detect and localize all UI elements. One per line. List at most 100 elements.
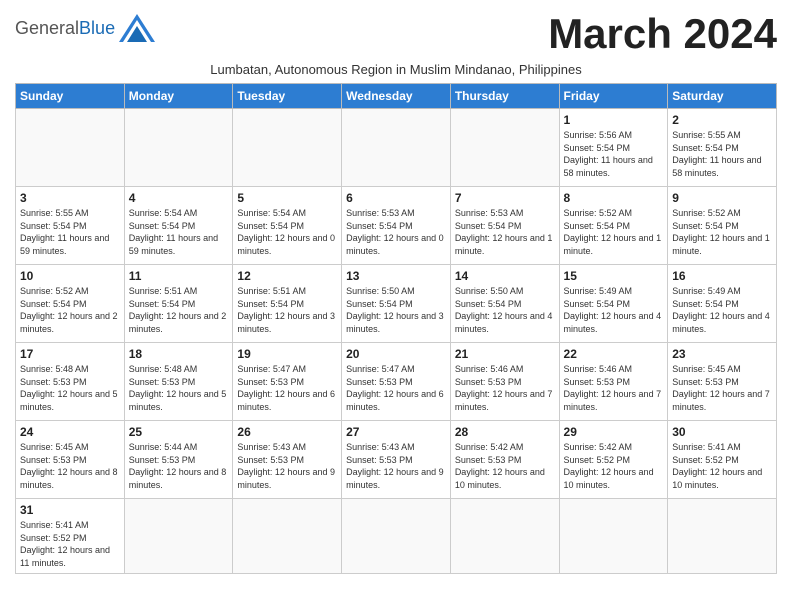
month-title: March 2024	[548, 10, 777, 58]
calendar-cell	[450, 499, 559, 574]
col-header-monday: Monday	[124, 84, 233, 109]
calendar-cell	[668, 499, 777, 574]
col-header-saturday: Saturday	[668, 84, 777, 109]
day-info: Sunrise: 5:52 AM Sunset: 5:54 PM Dayligh…	[672, 207, 772, 257]
calendar-cell: 30 Sunrise: 5:41 AM Sunset: 5:52 PM Dayli…	[668, 421, 777, 499]
calendar-cell: 27 Sunrise: 5:43 AM Sunset: 5:53 PM Dayli…	[342, 421, 451, 499]
day-number: 24	[20, 425, 120, 439]
calendar-cell	[16, 109, 125, 187]
calendar-header: SundayMondayTuesdayWednesdayThursdayFrid…	[16, 84, 777, 109]
day-info: Sunrise: 5:42 AM Sunset: 5:53 PM Dayligh…	[455, 441, 555, 491]
calendar-cell	[124, 499, 233, 574]
subtitle: Lumbatan, Autonomous Region in Muslim Mi…	[15, 62, 777, 77]
col-header-friday: Friday	[559, 84, 668, 109]
header: GeneralBlue March 2024	[15, 10, 777, 58]
day-number: 10	[20, 269, 120, 283]
calendar-cell: 13 Sunrise: 5:50 AM Sunset: 5:54 PM Dayli…	[342, 265, 451, 343]
day-number: 5	[237, 191, 337, 205]
logo-text: GeneralBlue	[15, 19, 115, 37]
day-number: 4	[129, 191, 229, 205]
calendar-cell: 25 Sunrise: 5:44 AM Sunset: 5:53 PM Dayli…	[124, 421, 233, 499]
calendar-cell: 3 Sunrise: 5:55 AM Sunset: 5:54 PM Daylig…	[16, 187, 125, 265]
calendar-cell: 26Sunrise: 5:43 AM Sunset: 5:53 PM Dayli…	[233, 421, 342, 499]
calendar-cell: 24 Sunrise: 5:45 AM Sunset: 5:53 PM Dayli…	[16, 421, 125, 499]
day-info: Sunrise: 5:54 AM Sunset: 5:54 PM Dayligh…	[237, 207, 337, 257]
day-info: Sunrise: 5:41 AM Sunset: 5:52 PM Dayligh…	[20, 519, 120, 569]
day-number: 30	[672, 425, 772, 439]
day-number: 7	[455, 191, 555, 205]
calendar-cell: 5 Sunrise: 5:54 AM Sunset: 5:54 PM Daylig…	[233, 187, 342, 265]
day-info: Sunrise: 5:47 AM Sunset: 5:53 PM Dayligh…	[237, 363, 337, 413]
day-info: Sunrise: 5:47 AM Sunset: 5:53 PM Dayligh…	[346, 363, 446, 413]
day-info: Sunrise: 5:45 AM Sunset: 5:53 PM Dayligh…	[20, 441, 120, 491]
logo-blue: Blue	[79, 18, 115, 38]
day-number: 17	[20, 347, 120, 361]
day-info: Sunrise: 5:53 AM Sunset: 5:54 PM Dayligh…	[455, 207, 555, 257]
day-number: 29	[564, 425, 664, 439]
calendar-cell: 19 Sunrise: 5:47 AM Sunset: 5:53 PM Dayli…	[233, 343, 342, 421]
calendar-cell: 31 Sunrise: 5:41 AM Sunset: 5:52 PM Dayli…	[16, 499, 125, 574]
calendar-cell: 12Sunrise: 5:51 AM Sunset: 5:54 PM Dayli…	[233, 265, 342, 343]
day-number: 18	[129, 347, 229, 361]
logo-icon	[119, 14, 155, 42]
day-number: 31	[20, 503, 120, 517]
calendar-cell	[233, 499, 342, 574]
calendar-table: SundayMondayTuesdayWednesdayThursdayFrid…	[15, 83, 777, 574]
day-number: 26	[237, 425, 337, 439]
day-number: 3	[20, 191, 120, 205]
day-number: 16	[672, 269, 772, 283]
calendar-cell: 15Sunrise: 5:49 AM Sunset: 5:54 PM Dayli…	[559, 265, 668, 343]
calendar-cell: 16 Sunrise: 5:49 AM Sunset: 5:54 PM Dayli…	[668, 265, 777, 343]
day-info: Sunrise: 5:44 AM Sunset: 5:53 PM Dayligh…	[129, 441, 229, 491]
calendar-cell: 21Sunrise: 5:46 AM Sunset: 5:53 PM Dayli…	[450, 343, 559, 421]
logo-general: General	[15, 18, 79, 38]
day-number: 13	[346, 269, 446, 283]
day-info: Sunrise: 5:46 AM Sunset: 5:53 PM Dayligh…	[564, 363, 664, 413]
calendar-cell	[233, 109, 342, 187]
day-info: Sunrise: 5:52 AM Sunset: 5:54 PM Dayligh…	[20, 285, 120, 335]
day-info: Sunrise: 5:53 AM Sunset: 5:54 PM Dayligh…	[346, 207, 446, 257]
calendar-cell: 22 Sunrise: 5:46 AM Sunset: 5:53 PM Dayli…	[559, 343, 668, 421]
day-info: Sunrise: 5:43 AM Sunset: 5:53 PM Dayligh…	[346, 441, 446, 491]
calendar-cell	[342, 499, 451, 574]
day-info: Sunrise: 5:49 AM Sunset: 5:54 PM Dayligh…	[564, 285, 664, 335]
day-number: 23	[672, 347, 772, 361]
day-number: 19	[237, 347, 337, 361]
logo: GeneralBlue	[15, 10, 155, 42]
day-info: Sunrise: 5:42 AM Sunset: 5:52 PM Dayligh…	[564, 441, 664, 491]
col-header-thursday: Thursday	[450, 84, 559, 109]
day-number: 20	[346, 347, 446, 361]
calendar-cell: 7 Sunrise: 5:53 AM Sunset: 5:54 PM Daylig…	[450, 187, 559, 265]
day-number: 21	[455, 347, 555, 361]
day-number: 25	[129, 425, 229, 439]
day-number: 22	[564, 347, 664, 361]
day-info: Sunrise: 5:51 AM Sunset: 5:54 PM Dayligh…	[129, 285, 229, 335]
calendar-cell	[342, 109, 451, 187]
day-info: Sunrise: 5:54 AM Sunset: 5:54 PM Dayligh…	[129, 207, 229, 257]
day-info: Sunrise: 5:48 AM Sunset: 5:53 PM Dayligh…	[20, 363, 120, 413]
day-number: 6	[346, 191, 446, 205]
day-info: Sunrise: 5:56 AM Sunset: 5:54 PM Dayligh…	[564, 129, 664, 179]
day-number: 28	[455, 425, 555, 439]
day-info: Sunrise: 5:55 AM Sunset: 5:54 PM Dayligh…	[672, 129, 772, 179]
day-info: Sunrise: 5:51 AM Sunset: 5:54 PM Dayligh…	[237, 285, 337, 335]
day-number: 8	[564, 191, 664, 205]
day-number: 27	[346, 425, 446, 439]
calendar-cell: 10 Sunrise: 5:52 AM Sunset: 5:54 PM Dayli…	[16, 265, 125, 343]
day-number: 2	[672, 113, 772, 127]
day-info: Sunrise: 5:55 AM Sunset: 5:54 PM Dayligh…	[20, 207, 120, 257]
calendar-cell: 1 Sunrise: 5:56 AM Sunset: 5:54 PM Daylig…	[559, 109, 668, 187]
day-info: Sunrise: 5:50 AM Sunset: 5:54 PM Dayligh…	[455, 285, 555, 335]
day-number: 11	[129, 269, 229, 283]
day-info: Sunrise: 5:49 AM Sunset: 5:54 PM Dayligh…	[672, 285, 772, 335]
calendar-cell: 23Sunrise: 5:45 AM Sunset: 5:53 PM Dayli…	[668, 343, 777, 421]
day-info: Sunrise: 5:50 AM Sunset: 5:54 PM Dayligh…	[346, 285, 446, 335]
day-info: Sunrise: 5:41 AM Sunset: 5:52 PM Dayligh…	[672, 441, 772, 491]
day-number: 14	[455, 269, 555, 283]
calendar-cell	[124, 109, 233, 187]
calendar-cell: 8Sunrise: 5:52 AM Sunset: 5:54 PM Daylig…	[559, 187, 668, 265]
day-number: 1	[564, 113, 664, 127]
calendar-cell: 20 Sunrise: 5:47 AM Sunset: 5:53 PM Dayli…	[342, 343, 451, 421]
calendar-cell: 28 Sunrise: 5:42 AM Sunset: 5:53 PM Dayli…	[450, 421, 559, 499]
calendar-cell: 14 Sunrise: 5:50 AM Sunset: 5:54 PM Dayli…	[450, 265, 559, 343]
